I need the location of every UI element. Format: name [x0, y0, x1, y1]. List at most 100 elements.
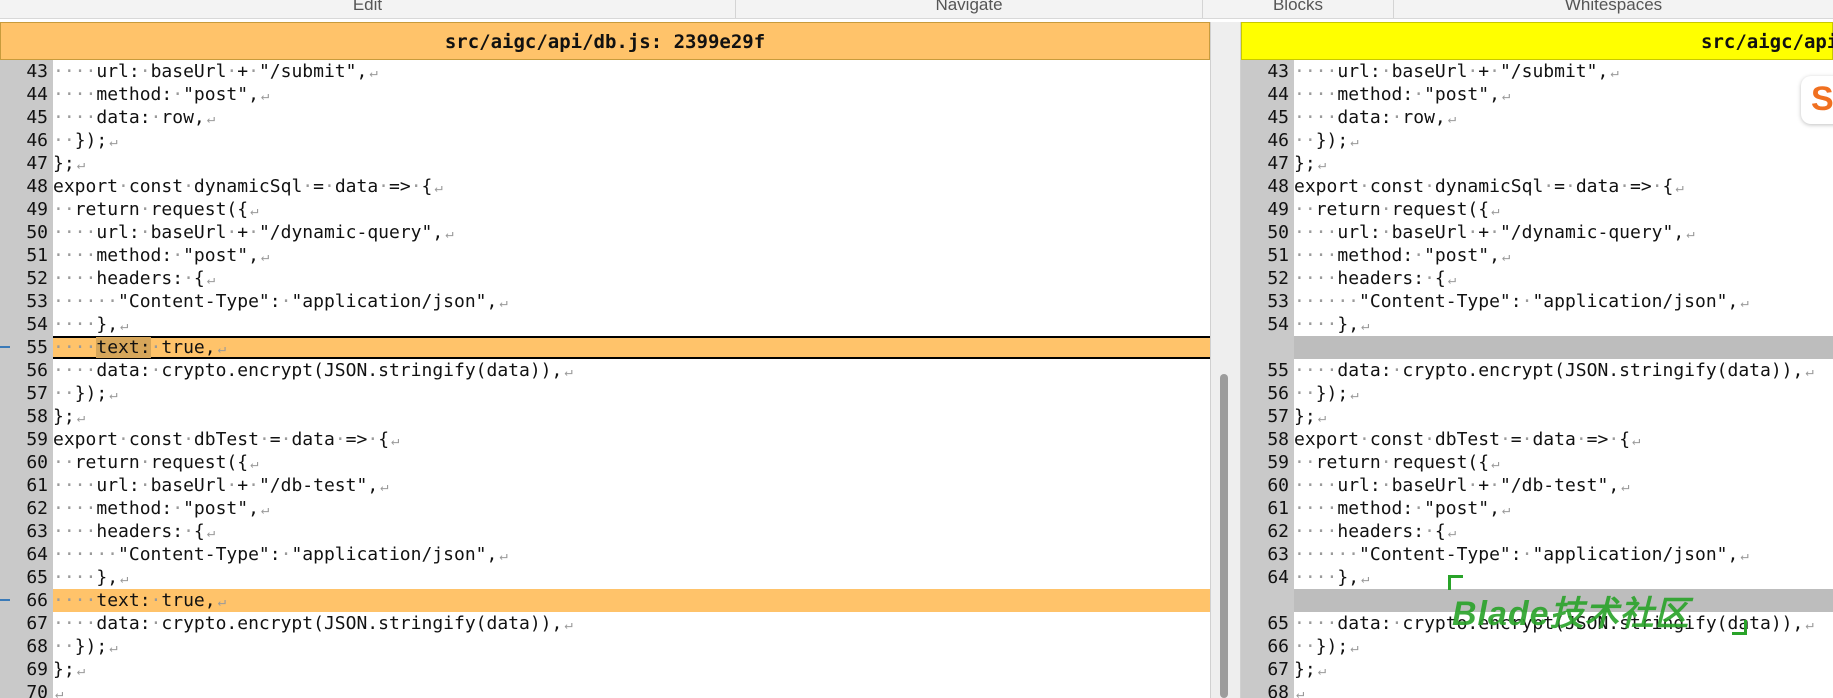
code-text[interactable]: ····headers:·{↵	[1294, 520, 1456, 545]
code-line[interactable]: 57}; ↵	[1241, 405, 1833, 428]
code-text[interactable]: ····headers:·{↵	[53, 267, 215, 292]
code-text[interactable]: ····url:·baseUrl·+·"/dynamic-query", ↵	[53, 221, 454, 246]
code-line[interactable]: 63 ····headers:·{↵	[0, 520, 1210, 543]
code-line[interactable]: 68 ··}); ↵	[0, 635, 1210, 658]
code-line[interactable]: 53 ······"Content-Type":·"application/jso…	[0, 290, 1210, 313]
code-line[interactable]: 59 export·const·dbTest·=·data·=>·{↵	[0, 428, 1210, 451]
code-text[interactable]: ····method:·"post", ↵	[53, 83, 269, 108]
code-line[interactable]: 53 ······"Content-Type":·"application/jso…	[1241, 290, 1833, 313]
code-line[interactable]: 62 ····method:·"post", ↵	[0, 497, 1210, 520]
code-text[interactable]: ····data:·crypto.encrypt(JSON.stringify(…	[1294, 359, 1814, 384]
code-text[interactable]: ····url:·baseUrl·+·"/submit", ↵	[1294, 60, 1619, 85]
left-code-area[interactable]: 43 ····url:·baseUrl·+·"/submit", ↵ 44 ····me…	[0, 60, 1210, 698]
code-text[interactable]: ··return·request({↵	[1294, 451, 1500, 476]
code-line[interactable]: 67 ····data:·crypto.encrypt(JSON.stringif…	[0, 612, 1210, 635]
code-text[interactable]: ····text:·true, ↵	[53, 589, 226, 614]
code-line[interactable]: 50 ····url:·baseUrl·+·"/dynamic-query", ↵	[1241, 221, 1833, 244]
code-text[interactable]: ····text:·true, ↵	[53, 336, 226, 361]
code-line[interactable]: 47}; ↵	[0, 152, 1210, 175]
code-line[interactable]: 65 ····}, ↵	[0, 566, 1210, 589]
code-line[interactable]: 46 ··}); ↵	[1241, 129, 1833, 152]
code-line[interactable]: 47}; ↵	[1241, 152, 1833, 175]
code-text[interactable]: ··}); ↵	[53, 635, 118, 660]
code-text[interactable]: ↵	[1294, 681, 1304, 698]
code-line[interactable]: 48 export·const·dynamicSql·=·data·=>·{↵	[1241, 175, 1833, 198]
code-line[interactable]: 45 ····data:·row, ↵	[0, 106, 1210, 129]
vertical-scrollbar[interactable]	[1210, 22, 1241, 698]
code-line[interactable]: 44 ····method:·"post", ↵	[1241, 83, 1833, 106]
menu-navigate[interactable]: Navigate	[736, 0, 1202, 16]
code-text[interactable]: ····}, ↵	[1294, 313, 1369, 338]
code-text[interactable]: ····url:·baseUrl·+·"/dynamic-query", ↵	[1294, 221, 1695, 246]
code-text[interactable]: ··}); ↵	[1294, 635, 1359, 660]
code-text[interactable]: export·const·dynamicSql·=·data·=>·{↵	[53, 175, 443, 200]
code-text[interactable]: }; ↵	[1294, 658, 1326, 683]
code-text[interactable]: export·const·dbTest·=·data·=>·{↵	[1294, 428, 1640, 453]
code-line[interactable]: 61 ····method:·"post", ↵	[1241, 497, 1833, 520]
code-line[interactable]: 55 ····data:·crypto.encrypt(JSON.stringif…	[1241, 359, 1833, 382]
code-text[interactable]: ··}); ↵	[53, 382, 118, 407]
menu-whitespaces[interactable]: Whitespaces	[1394, 0, 1833, 16]
code-line[interactable]: 61 ····url:·baseUrl·+·"/db-test", ↵	[0, 474, 1210, 497]
code-text[interactable]: ····data:·row, ↵	[1294, 106, 1456, 131]
code-line[interactable]: 63 ······"Content-Type":·"application/jso…	[1241, 543, 1833, 566]
code-text[interactable]: export·const·dynamicSql·=·data·=>·{↵	[1294, 175, 1684, 200]
code-line[interactable]: 59 ··return·request({↵	[1241, 451, 1833, 474]
code-text[interactable]: }; ↵	[53, 405, 85, 430]
code-text[interactable]: ····}, ↵	[1294, 566, 1369, 591]
code-line[interactable]: 52 ····headers:·{↵	[0, 267, 1210, 290]
code-text[interactable]: }; ↵	[1294, 405, 1326, 430]
code-text[interactable]: ····}, ↵	[53, 313, 128, 338]
code-text[interactable]: ····data:·row, ↵	[53, 106, 215, 131]
code-line[interactable]: 52 ····headers:·{↵	[1241, 267, 1833, 290]
code-line[interactable]: 64 ······"Content-Type":·"application/jso…	[0, 543, 1210, 566]
code-text[interactable]: ······"Content-Type":·"application/json"…	[53, 290, 508, 315]
code-text[interactable]: ····data:·crypto.encrypt(JSON.stringify(…	[53, 359, 573, 384]
code-line[interactable]: 58}; ↵	[0, 405, 1210, 428]
code-text[interactable]: ··}); ↵	[1294, 129, 1359, 154]
code-line[interactable]: 60 ····url:·baseUrl·+·"/db-test", ↵	[1241, 474, 1833, 497]
code-line[interactable]: 54 ····}, ↵	[1241, 313, 1833, 336]
changed-code-line[interactable]: 55 ····text:·true, ↵	[0, 336, 1210, 359]
code-line[interactable]: 45 ····data:·row, ↵	[1241, 106, 1833, 129]
code-line[interactable]: 49 ··return·request({↵	[1241, 198, 1833, 221]
code-text[interactable]: ······"Content-Type":·"application/json"…	[53, 543, 508, 568]
code-line[interactable]: 51 ····method:·"post", ↵	[1241, 244, 1833, 267]
code-line[interactable]: 54 ····}, ↵	[0, 313, 1210, 336]
code-text[interactable]: ··return·request({↵	[53, 198, 259, 223]
code-text[interactable]: ····method:·"post", ↵	[53, 497, 269, 522]
code-line[interactable]: 67}; ↵	[1241, 658, 1833, 681]
code-line[interactable]: 46 ··}); ↵	[0, 129, 1210, 152]
code-line[interactable]: 66 ··}); ↵	[1241, 635, 1833, 658]
code-text[interactable]: ····}, ↵	[53, 566, 128, 591]
code-line[interactable]: 56 ····data:·crypto.encrypt(JSON.stringif…	[0, 359, 1210, 382]
scrollbar-thumb[interactable]	[1220, 374, 1228, 698]
code-line[interactable]: 43 ····url:·baseUrl·+·"/submit", ↵	[0, 60, 1210, 83]
code-text[interactable]: ······"Content-Type":·"application/json"…	[1294, 543, 1749, 568]
code-text[interactable]: ··}); ↵	[53, 129, 118, 154]
code-line[interactable]: 60 ··return·request({↵	[0, 451, 1210, 474]
code-line[interactable]: 44 ····method:·"post", ↵	[0, 83, 1210, 106]
code-text[interactable]: ····url:·baseUrl·+·"/db-test", ↵	[53, 474, 389, 499]
code-line[interactable]: 51 ····method:·"post", ↵	[0, 244, 1210, 267]
code-text[interactable]: ······"Content-Type":·"application/json"…	[1294, 290, 1749, 315]
menu-edit[interactable]: Edit	[0, 0, 735, 16]
code-text[interactable]: ····method:·"post", ↵	[53, 244, 269, 269]
code-line[interactable]: 58 export·const·dbTest·=·data·=>·{↵	[1241, 428, 1833, 451]
code-text[interactable]: ····method:·"post", ↵	[1294, 83, 1510, 108]
code-text[interactable]: ··return·request({↵	[53, 451, 259, 476]
code-line[interactable]: 69}; ↵	[0, 658, 1210, 681]
code-line[interactable]: 70 ↵	[0, 681, 1210, 698]
code-text[interactable]: ····url:·baseUrl·+·"/submit", ↵	[53, 60, 378, 85]
menu-blocks[interactable]: Blocks	[1203, 0, 1393, 16]
code-text[interactable]: ····headers:·{↵	[53, 520, 215, 545]
code-text[interactable]: }; ↵	[1294, 152, 1326, 177]
code-line[interactable]: 57 ··}); ↵	[0, 382, 1210, 405]
code-text[interactable]: ↵	[53, 681, 63, 698]
code-text[interactable]: ····url:·baseUrl·+·"/db-test", ↵	[1294, 474, 1630, 499]
code-line[interactable]: 43 ····url:·baseUrl·+·"/submit", ↵	[1241, 60, 1833, 83]
code-line[interactable]: 49 ··return·request({↵	[0, 198, 1210, 221]
code-text[interactable]: ····data:·crypto.encrypt(JSON.stringify(…	[53, 612, 573, 637]
code-text[interactable]: ··}); ↵	[1294, 382, 1359, 407]
code-line[interactable]: 62 ····headers:·{↵	[1241, 520, 1833, 543]
